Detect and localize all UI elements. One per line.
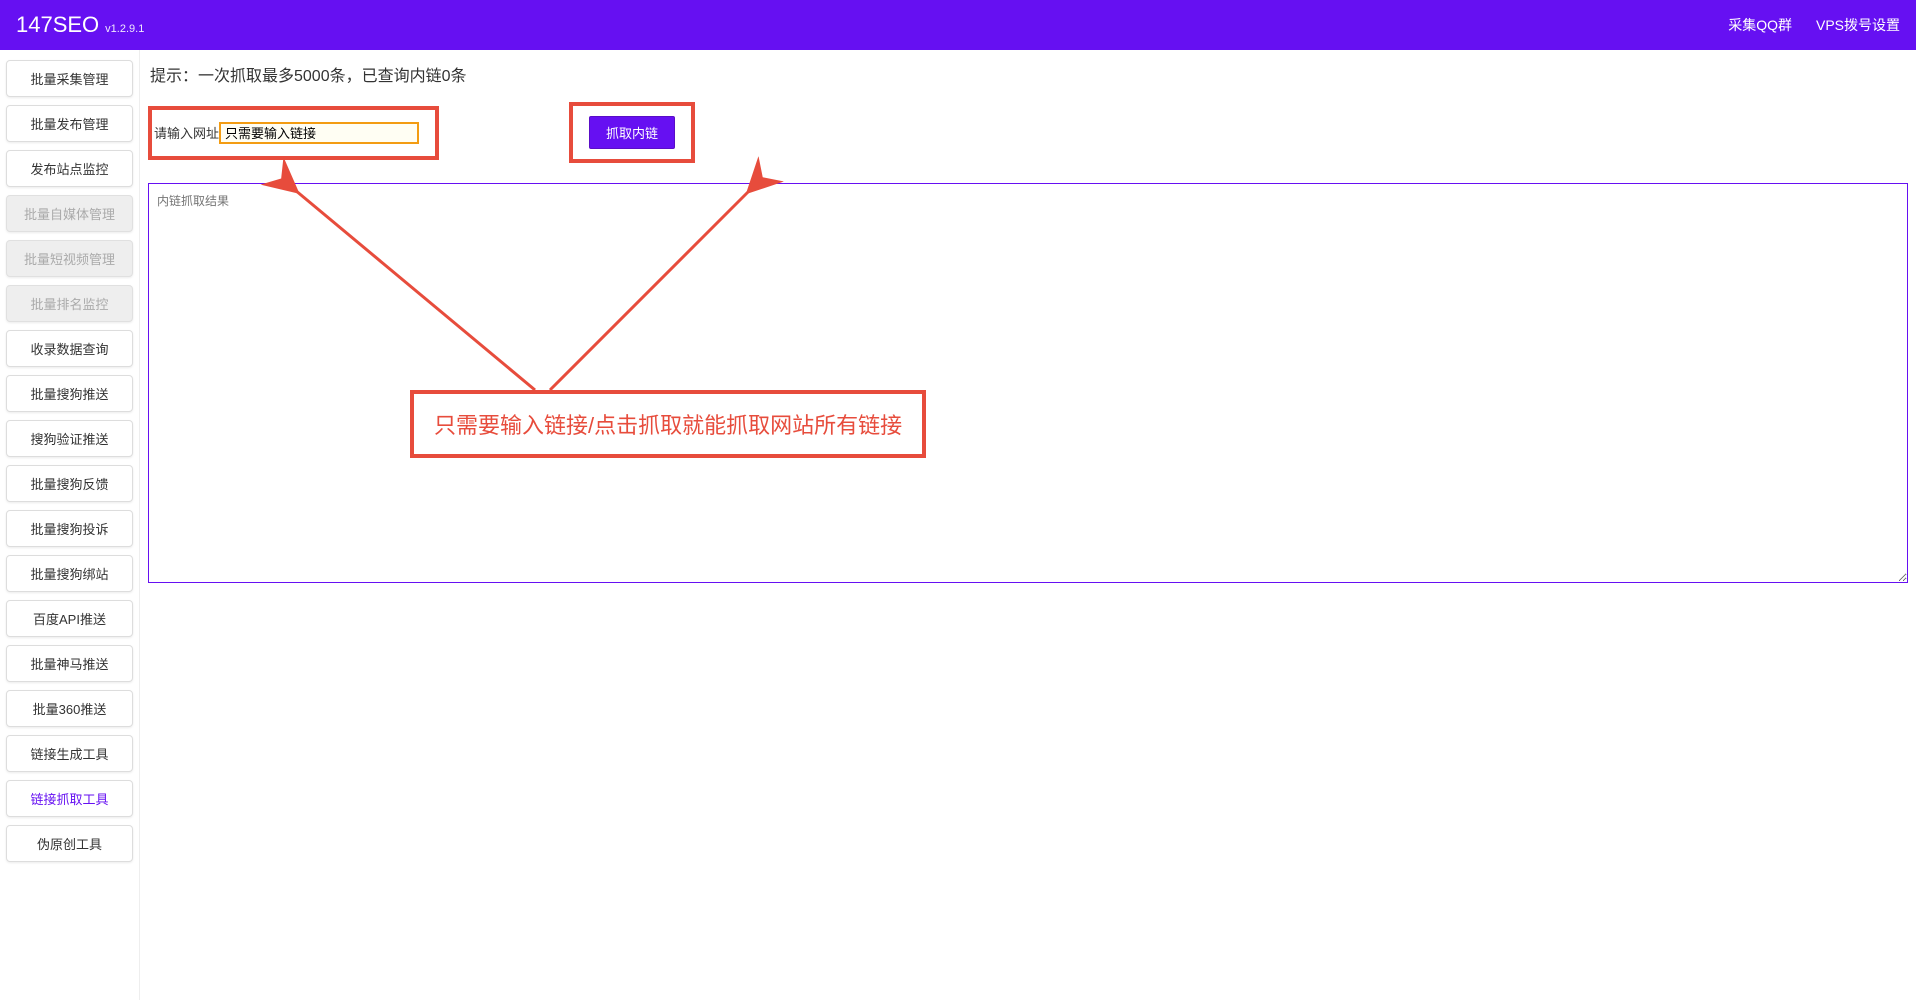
hint-text: 提示：一次抓取最多5000条，已查询内链0条 xyxy=(150,62,1908,86)
sidebar-item-6[interactable]: 收录数据查询 xyxy=(6,330,133,367)
vps-dial-link[interactable]: VPS拨号设置 xyxy=(1816,15,1900,35)
sidebar-item-14[interactable]: 批量360推送 xyxy=(6,690,133,727)
result-textarea[interactable] xyxy=(148,183,1908,583)
sidebar-item-0[interactable]: 批量采集管理 xyxy=(6,60,133,97)
sidebar-item-13[interactable]: 批量神马推送 xyxy=(6,645,133,682)
sidebar-item-17[interactable]: 伪原创工具 xyxy=(6,825,133,862)
sidebar-item-10[interactable]: 批量搜狗投诉 xyxy=(6,510,133,547)
button-annotation-box: 抓取内链 xyxy=(569,102,695,163)
app-version: v1.2.9.1 xyxy=(105,23,144,35)
app-logo: 147SEO xyxy=(16,12,99,38)
annotation-callout: 只需要输入链接/点击抓取就能抓取网站所有链接 xyxy=(410,390,926,458)
sidebar: 批量采集管理批量发布管理发布站点监控批量自媒体管理批量短视频管理批量排名监控收录… xyxy=(0,50,140,1000)
sidebar-item-8[interactable]: 搜狗验证推送 xyxy=(6,420,133,457)
sidebar-item-11[interactable]: 批量搜狗绑站 xyxy=(6,555,133,592)
app-header: 147SEO v1.2.9.1 采集QQ群 VPS拨号设置 xyxy=(0,0,1916,50)
input-row: 请输入网址 抓取内链 xyxy=(148,102,1908,163)
fetch-links-button[interactable]: 抓取内链 xyxy=(589,116,675,149)
sidebar-item-16[interactable]: 链接抓取工具 xyxy=(6,780,133,817)
sidebar-item-1[interactable]: 批量发布管理 xyxy=(6,105,133,142)
input-annotation-box: 请输入网址 xyxy=(148,106,439,160)
sidebar-item-12[interactable]: 百度API推送 xyxy=(6,600,133,637)
sidebar-item-3: 批量自媒体管理 xyxy=(6,195,133,232)
header-right: 采集QQ群 VPS拨号设置 xyxy=(1728,15,1900,35)
url-input-label: 请输入网址 xyxy=(154,123,219,142)
sidebar-item-9[interactable]: 批量搜狗反馈 xyxy=(6,465,133,502)
header-left: 147SEO v1.2.9.1 xyxy=(16,12,144,38)
sidebar-item-2[interactable]: 发布站点监控 xyxy=(6,150,133,187)
url-input[interactable] xyxy=(219,122,419,144)
main-content: 提示：一次抓取最多5000条，已查询内链0条 请输入网址 抓取内链 只需要输入链… xyxy=(140,50,1916,1000)
sidebar-item-15[interactable]: 链接生成工具 xyxy=(6,735,133,772)
sidebar-item-7[interactable]: 批量搜狗推送 xyxy=(6,375,133,412)
qq-group-link[interactable]: 采集QQ群 xyxy=(1728,15,1792,35)
sidebar-item-4: 批量短视频管理 xyxy=(6,240,133,277)
sidebar-item-5: 批量排名监控 xyxy=(6,285,133,322)
